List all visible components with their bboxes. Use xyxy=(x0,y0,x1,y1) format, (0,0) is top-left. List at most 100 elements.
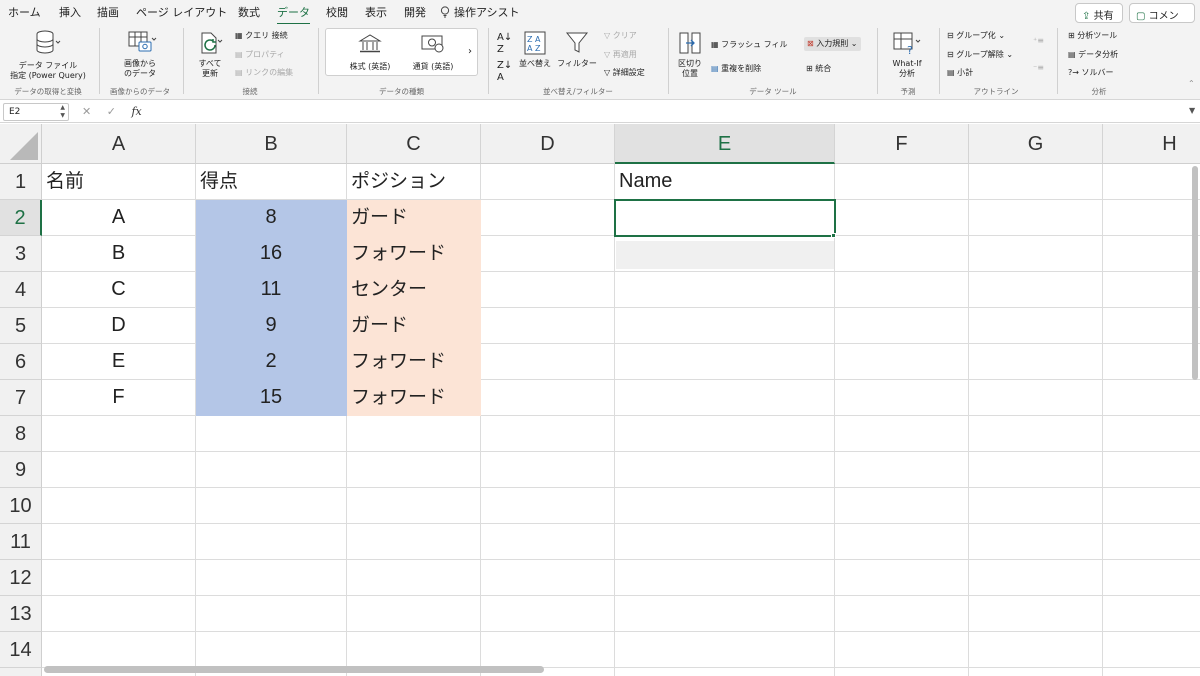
cell-a5[interactable]: D xyxy=(42,308,196,344)
column-header-c[interactable]: C xyxy=(347,124,481,164)
tell-me-button[interactable]: 操作アシスト xyxy=(440,4,520,20)
show-detail-icon[interactable]: ⁺≡ xyxy=(1033,36,1044,46)
cell-c7[interactable]: フォワード xyxy=(347,380,481,416)
comments-button[interactable]: ▢ コメント xyxy=(1129,3,1195,37)
cell-c6[interactable]: フォワード xyxy=(347,344,481,380)
tab-review[interactable]: 校閲 xyxy=(326,4,348,20)
insert-function-icon[interactable]: fx xyxy=(131,105,141,118)
column-header-g[interactable]: G xyxy=(969,124,1103,164)
tab-draw[interactable]: 描画 xyxy=(97,4,119,20)
queries-connections-button[interactable]: ▦ クエリ 接続 xyxy=(235,31,288,41)
column-header-h[interactable]: H xyxy=(1103,124,1200,164)
advanced-filter-button[interactable]: ▽ 詳細設定 xyxy=(604,68,645,78)
cell-b4[interactable]: 11 xyxy=(196,272,347,308)
flash-fill-button[interactable]: ▦ フラッシュ フィル xyxy=(711,40,788,50)
analysis-tools-button[interactable]: ⊞ 分析ツール xyxy=(1068,31,1117,41)
cell-e3-result[interactable] xyxy=(616,241,834,269)
row-header-6[interactable]: 6 xyxy=(0,344,42,380)
tab-formulas[interactable]: 数式 xyxy=(238,4,260,20)
sort-button[interactable]: Z A A Z 並べ替え xyxy=(515,30,555,69)
row-header-13[interactable]: 13 xyxy=(0,596,42,632)
get-data-button[interactable]: データ ファイル 指定 (Power Query) xyxy=(6,28,90,81)
row-header-9[interactable]: 9 xyxy=(0,452,42,488)
column-header-f[interactable]: F xyxy=(835,124,969,164)
solver-button[interactable]: ?→ ソルバー xyxy=(1068,68,1114,78)
gallery-next-chevron-icon[interactable]: › xyxy=(468,47,472,57)
collapse-ribbon-chevron-icon[interactable]: ⌃ xyxy=(1188,79,1195,89)
sort-az-button[interactable]: A↓ Z xyxy=(497,32,512,56)
cell-a2[interactable]: A xyxy=(42,200,196,236)
properties-button[interactable]: ▤ プロパティ xyxy=(235,50,285,60)
column-header-a[interactable]: A xyxy=(42,124,196,164)
name-box-stepper-icon[interactable]: ▲ ▼ xyxy=(60,104,65,120)
cell-e1-lookup-header[interactable]: Name xyxy=(615,164,835,200)
hide-detail-icon[interactable]: ⁻≡ xyxy=(1033,63,1044,73)
cell-b7[interactable]: 15 xyxy=(196,380,347,416)
cell-c4[interactable]: センター xyxy=(347,272,481,308)
cell-c2[interactable]: ガード xyxy=(347,200,481,236)
cell-a3[interactable]: B xyxy=(42,236,196,272)
row-header-14[interactable]: 14 xyxy=(0,632,42,668)
what-if-analysis-button[interactable]: ? What-If 分析 xyxy=(884,30,930,79)
tab-view[interactable]: 表示 xyxy=(365,4,387,20)
row-header-12[interactable]: 12 xyxy=(0,560,42,596)
refresh-all-button[interactable]: すべて 更新 xyxy=(190,30,230,79)
row-header-11[interactable]: 11 xyxy=(0,524,42,560)
clear-filter-button[interactable]: ▽ クリア xyxy=(604,31,637,41)
vertical-scrollbar[interactable] xyxy=(1192,166,1198,380)
tab-insert[interactable]: 挿入 xyxy=(59,4,81,20)
tab-data[interactable]: データ xyxy=(277,4,310,25)
tab-developer[interactable]: 開発 xyxy=(404,4,426,20)
row-header-2[interactable]: 2 xyxy=(0,200,42,236)
formula-input[interactable] xyxy=(152,103,1186,121)
stocks-data-type-button[interactable]: 株式 (英語) xyxy=(336,33,404,72)
column-header-e[interactable]: E xyxy=(615,124,835,164)
remove-duplicates-button[interactable]: ▤ 重複を削除 xyxy=(711,64,761,74)
cancel-icon[interactable]: ✕ xyxy=(82,105,91,118)
cell-c1-header-position[interactable]: ポジション xyxy=(347,164,481,200)
row-header-4[interactable]: 4 xyxy=(0,272,42,308)
cell-a1-header-name[interactable]: 名前 xyxy=(42,164,196,200)
edit-links-button[interactable]: ▤ リンクの編集 xyxy=(235,68,293,78)
data-analysis-button[interactable]: ▤ データ分析 xyxy=(1068,50,1118,60)
cell-a4[interactable]: C xyxy=(42,272,196,308)
group-button[interactable]: ⊟ グループ化 ⌄ xyxy=(947,31,1005,41)
consolidate-button[interactable]: ⊞ 統合 xyxy=(806,64,831,74)
row-header-15[interactable] xyxy=(0,668,42,676)
data-validation-button[interactable]: ⊠ 入力規則 ⌄ xyxy=(804,37,861,51)
currency-data-type-button[interactable]: 通貨 (英語) xyxy=(404,33,462,72)
cell-b1-header-score[interactable]: 得点 xyxy=(196,164,347,200)
filter-button[interactable]: フィルター xyxy=(556,30,598,69)
row-header-8[interactable]: 8 xyxy=(0,416,42,452)
cell-a7[interactable]: F xyxy=(42,380,196,416)
reapply-button[interactable]: ▽ 再適用 xyxy=(604,50,637,60)
ungroup-button[interactable]: ⊟ グループ解除 ⌄ xyxy=(947,50,1013,60)
cell-b5[interactable]: 9 xyxy=(196,308,347,344)
column-header-d[interactable]: D xyxy=(481,124,615,164)
column-header-b[interactable]: B xyxy=(196,124,347,164)
worksheet-grid[interactable]: A B C D E F G H 1 2 3 4 5 6 7 8 9 10 11 … xyxy=(0,124,1200,676)
tab-page-layout[interactable]: ページ レイアウト xyxy=(136,4,227,20)
horizontal-scrollbar[interactable] xyxy=(44,666,544,673)
row-header-1[interactable]: 1 xyxy=(0,164,42,200)
subtotal-button[interactable]: ▤ 小計 xyxy=(947,68,973,78)
cell-b6[interactable]: 2 xyxy=(196,344,347,380)
row-header-5[interactable]: 5 xyxy=(0,308,42,344)
expand-formula-bar-icon[interactable]: ▼ xyxy=(1189,106,1195,115)
fill-handle[interactable] xyxy=(831,233,836,238)
cell-c5[interactable]: ガード xyxy=(347,308,481,344)
share-button[interactable]: ⇪ 共有 xyxy=(1075,3,1123,23)
row-header-7[interactable]: 7 xyxy=(0,380,42,416)
tab-home[interactable]: ホーム xyxy=(8,4,41,20)
cell-b3[interactable]: 16 xyxy=(196,236,347,272)
cell-c3[interactable]: フォワード xyxy=(347,236,481,272)
text-to-columns-button[interactable]: 区切り 位置 xyxy=(675,30,705,79)
cell-a6[interactable]: E xyxy=(42,344,196,380)
name-box[interactable]: E2 ▲ ▼ xyxy=(3,103,69,121)
row-header-3[interactable]: 3 xyxy=(0,236,42,272)
select-all-corner[interactable] xyxy=(0,124,42,164)
data-from-picture-button[interactable]: 画像から のデータ xyxy=(108,30,172,79)
sort-za-button[interactable]: Z↓ A xyxy=(497,60,512,84)
cell-b2[interactable]: 8 xyxy=(196,200,347,236)
confirm-check-icon[interactable]: ✓ xyxy=(107,105,116,118)
